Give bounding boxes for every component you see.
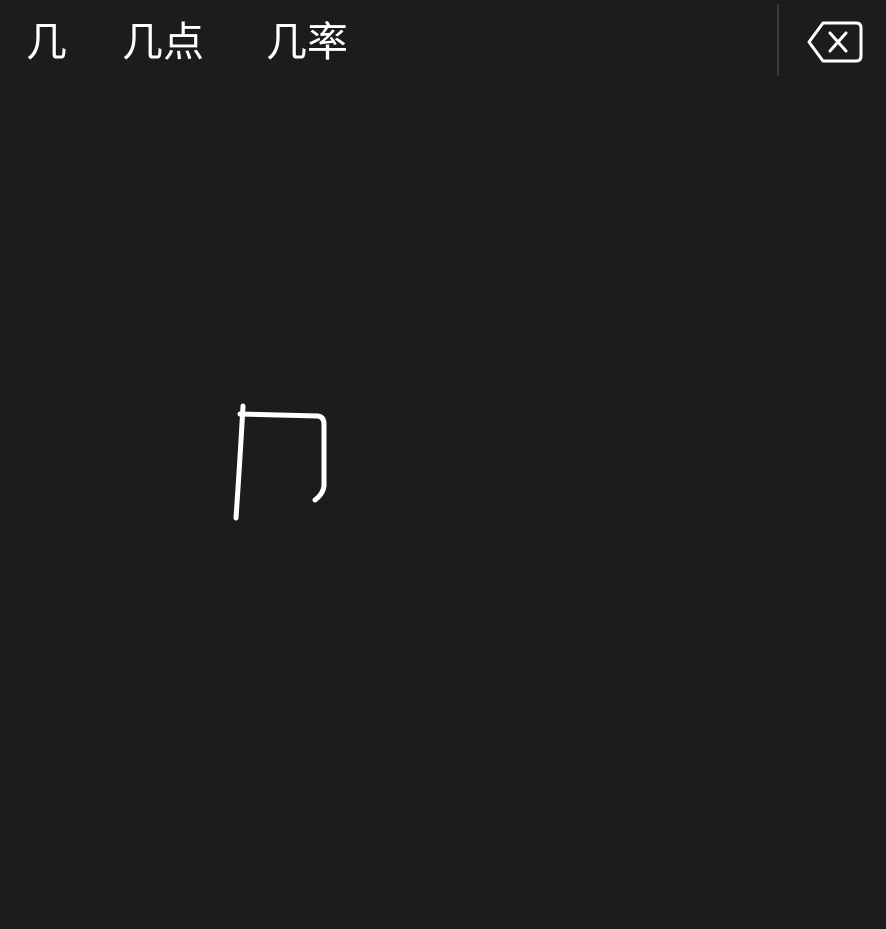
candidate-divider xyxy=(777,4,779,76)
candidate-1[interactable]: 几 xyxy=(26,14,67,70)
delete-button[interactable] xyxy=(800,14,870,70)
backspace-icon xyxy=(807,21,863,63)
candidate-2[interactable]: 几点 xyxy=(122,14,204,70)
handwriting-keyboard: 几 几点 几率 xyxy=(0,0,886,929)
candidate-3[interactable]: 几率 xyxy=(266,14,348,70)
candidate-bar: 几 几点 几率 xyxy=(0,0,886,80)
handwriting-canvas[interactable] xyxy=(0,80,886,929)
handwriting-strokes xyxy=(233,403,327,521)
